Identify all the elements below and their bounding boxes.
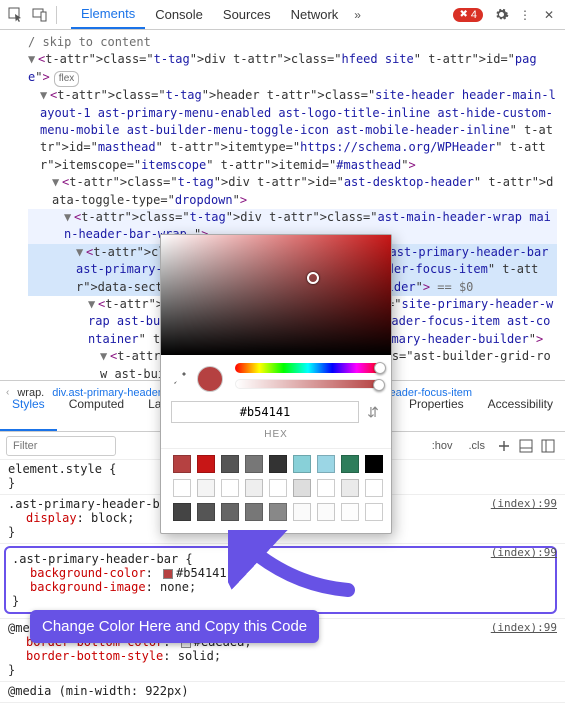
gradient-cursor[interactable] xyxy=(307,272,319,284)
alpha-slider[interactable] xyxy=(235,379,381,389)
palette-swatch[interactable] xyxy=(293,479,311,497)
subtab-styles[interactable]: Styles xyxy=(0,391,57,431)
cls-toggle[interactable]: .cls xyxy=(465,438,490,454)
hue-slider[interactable] xyxy=(235,363,381,373)
palette-swatch[interactable] xyxy=(317,503,335,521)
palette-swatch[interactable] xyxy=(221,455,239,473)
palette-swatch[interactable] xyxy=(245,455,263,473)
palette-swatch[interactable] xyxy=(197,503,215,521)
palette-swatch[interactable] xyxy=(293,503,311,521)
layout-panel-icon[interactable] xyxy=(539,437,557,455)
inspect-element-icon[interactable] xyxy=(4,3,28,27)
palette-swatch[interactable] xyxy=(197,455,215,473)
palette-swatch[interactable] xyxy=(221,479,239,497)
subtab-accessibility[interactable]: Accessibility xyxy=(476,391,565,431)
hex-value-input[interactable] xyxy=(171,401,359,423)
annotation-arrow xyxy=(228,530,358,600)
palette-swatch[interactable] xyxy=(173,503,191,521)
subtab-computed[interactable]: Computed xyxy=(57,391,136,431)
palette-swatch[interactable] xyxy=(365,479,383,497)
css-selector[interactable]: @media (min-width: 922px) xyxy=(8,684,557,698)
palette-swatch[interactable] xyxy=(317,455,335,473)
palette-swatch[interactable] xyxy=(197,479,215,497)
device-toggle-icon[interactable] xyxy=(28,3,52,27)
alpha-thumb[interactable] xyxy=(373,379,385,391)
tab-elements[interactable]: Elements xyxy=(71,0,145,29)
format-toggle-icon[interactable]: ⇵ xyxy=(365,404,381,421)
new-rule-icon[interactable] xyxy=(495,437,513,455)
color-palette xyxy=(161,448,391,533)
error-icon: ✖ xyxy=(459,9,467,20)
dom-node[interactable]: ▼<t-attr">class="t-tag">div t-attr">id="… xyxy=(28,174,557,209)
settings-gear-icon[interactable] xyxy=(489,3,513,27)
eyedropper-icon[interactable] xyxy=(171,371,187,387)
palette-swatch[interactable] xyxy=(341,479,359,497)
devtools-tabs: Elements Console Sources Network » xyxy=(71,0,453,29)
color-gradient-area[interactable] xyxy=(161,235,391,355)
palette-swatch[interactable] xyxy=(245,503,263,521)
palette-swatch[interactable] xyxy=(173,455,191,473)
source-file-link[interactable]: (index):99 xyxy=(491,621,557,634)
palette-swatch[interactable] xyxy=(269,503,287,521)
palette-swatch[interactable] xyxy=(173,479,191,497)
hov-toggle[interactable]: :hov xyxy=(428,438,457,454)
dom-node[interactable]: ▼<t-attr">class="t-tag">div t-attr">clas… xyxy=(28,51,557,87)
styles-filter-input[interactable] xyxy=(6,436,116,456)
tab-console[interactable]: Console xyxy=(145,1,213,28)
more-tabs-icon[interactable]: » xyxy=(354,8,361,22)
css-property-row[interactable]: border-bottom-style: solid; xyxy=(8,649,557,663)
computed-panel-icon[interactable] xyxy=(517,437,535,455)
tab-sources[interactable]: Sources xyxy=(213,1,281,28)
color-swatch-icon[interactable] xyxy=(163,569,173,579)
hue-thumb[interactable] xyxy=(374,362,386,374)
palette-swatch[interactable] xyxy=(269,479,287,497)
flex-badge[interactable]: flex xyxy=(54,71,80,88)
palette-swatch[interactable] xyxy=(221,503,239,521)
palette-swatch[interactable] xyxy=(341,455,359,473)
palette-swatch[interactable] xyxy=(317,479,335,497)
annotation-label: Change Color Here and Copy this Code xyxy=(30,610,319,643)
palette-swatch[interactable] xyxy=(245,479,263,497)
css-rule-block[interactable]: @media (min-width: 922px) xyxy=(0,682,565,703)
source-file-link[interactable]: (index):99 xyxy=(491,497,557,510)
error-count: 4 xyxy=(471,9,477,21)
hex-label: HEX xyxy=(161,429,391,440)
close-devtools-icon[interactable]: ✕ xyxy=(537,3,561,27)
current-color-swatch xyxy=(197,366,223,392)
subtab-properties[interactable]: Properties xyxy=(397,391,476,431)
palette-swatch[interactable] xyxy=(365,455,383,473)
color-picker-popup: ⇵ HEX xyxy=(160,234,392,534)
error-count-badge[interactable]: ✖4 xyxy=(453,8,483,22)
dom-node[interactable]: / skip to content xyxy=(28,34,557,51)
kebab-menu-icon[interactable]: ⋮ xyxy=(519,8,531,22)
palette-swatch[interactable] xyxy=(365,503,383,521)
palette-swatch[interactable] xyxy=(341,503,359,521)
dom-node[interactable]: ▼<t-attr">class="t-tag">header t-attr">c… xyxy=(28,87,557,174)
source-file-link[interactable]: (index):99 xyxy=(491,546,557,559)
tab-network[interactable]: Network xyxy=(281,1,349,28)
palette-swatch[interactable] xyxy=(269,455,287,473)
palette-swatch[interactable] xyxy=(293,455,311,473)
